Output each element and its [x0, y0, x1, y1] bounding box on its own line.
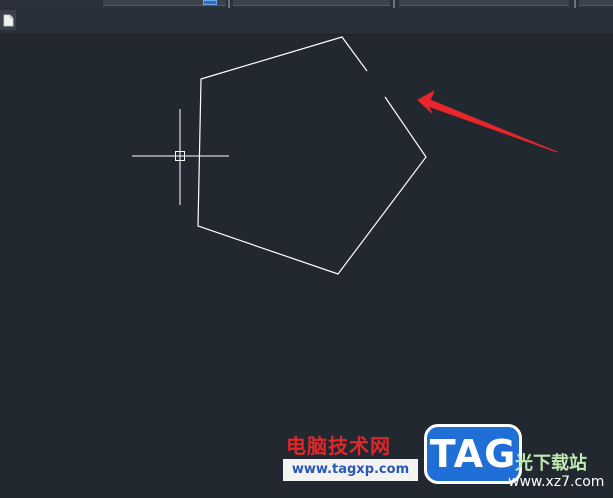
crosshair-cursor-icon	[132, 109, 229, 205]
tab-segment-4[interactable]	[579, 0, 613, 6]
top-tab-bar	[0, 0, 613, 8]
pentagon-polyline[interactable]	[197, 36, 427, 275]
tab-separator	[574, 0, 576, 8]
tab-separator	[393, 0, 395, 8]
document-icon	[3, 14, 13, 26]
red-arrow-annotation-icon	[417, 90, 558, 153]
tab-segment-3[interactable]	[399, 0, 569, 6]
active-tab-marker[interactable]	[203, 0, 217, 5]
watermark-text-block: 电脑技术网 www.tagxp.com	[283, 428, 418, 484]
tab-separator	[228, 0, 230, 8]
document-button[interactable]	[0, 10, 16, 30]
tab-segment-2[interactable]	[233, 0, 390, 6]
drawing-toolbar	[0, 8, 613, 35]
watermark-partner-name: 光下载站	[515, 453, 587, 474]
watermark-partner-url: www.xz7.com	[508, 474, 605, 490]
watermark-site-url: www.tagxp.com	[283, 459, 418, 481]
watermark-site-title: 电脑技术网	[286, 434, 391, 458]
